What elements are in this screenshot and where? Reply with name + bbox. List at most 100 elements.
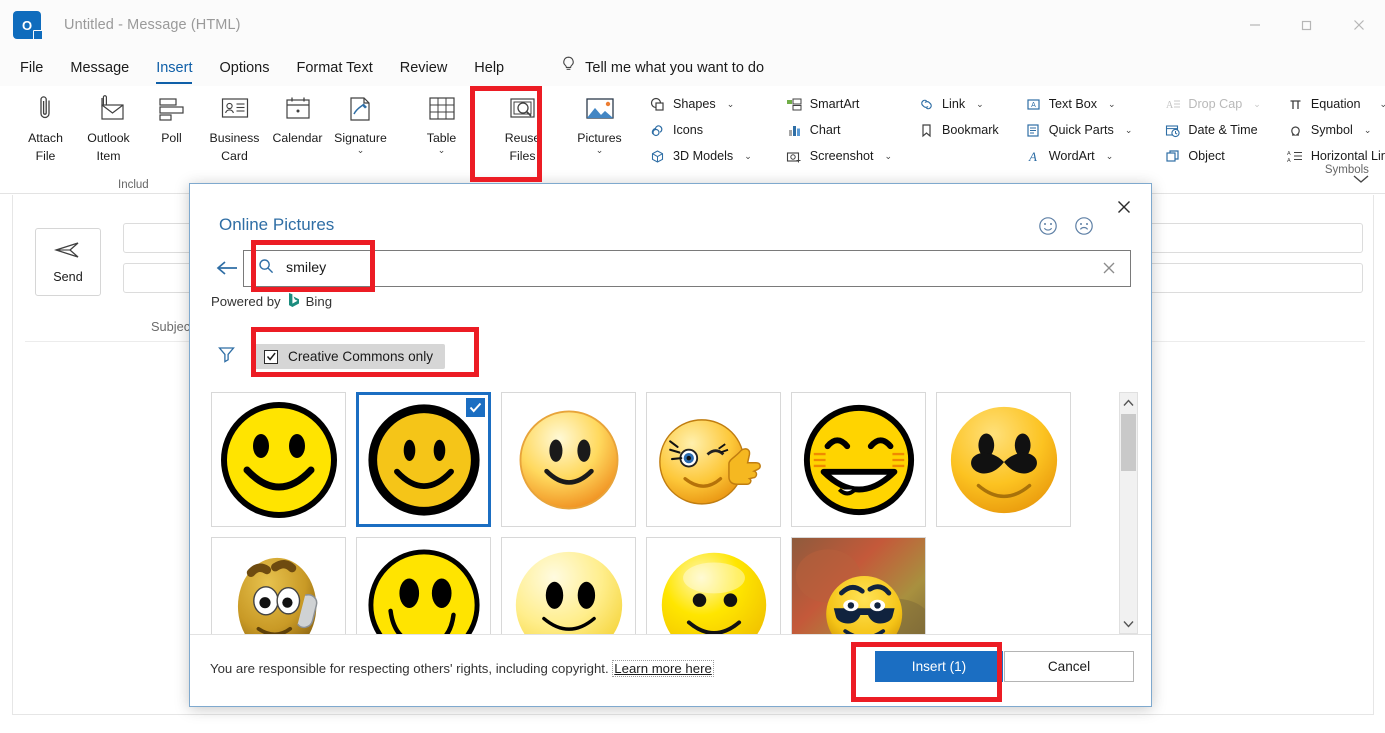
send-button[interactable]: Send	[35, 228, 101, 296]
result-tile-thinking-candy-character[interactable]	[211, 537, 346, 634]
quick-parts-icon	[1025, 122, 1042, 139]
calendar-button[interactable]: Calendar	[266, 86, 329, 172]
shapes-button[interactable]: Shapes ⌄	[645, 93, 756, 115]
window-controls	[1229, 0, 1385, 50]
tab-help[interactable]: Help	[474, 57, 504, 79]
send-arrow-icon	[54, 240, 82, 265]
pictures-label-1: Pictures	[577, 131, 621, 145]
quick-parts-button[interactable]: Quick Parts ⌄	[1021, 119, 1137, 141]
tell-me-search[interactable]: Tell me what you want to do	[561, 56, 764, 80]
minimize-button[interactable]	[1229, 0, 1281, 50]
tell-me-label: Tell me what you want to do	[585, 60, 764, 76]
smiley-face-icon[interactable]	[1038, 216, 1058, 241]
object-button[interactable]: Object	[1160, 145, 1264, 167]
chevron-down-icon[interactable]: ⌄	[744, 151, 752, 162]
scroll-down-button[interactable]	[1120, 614, 1137, 633]
pictures-button[interactable]: Pictures ⌄	[568, 86, 631, 172]
creative-commons-checkbox[interactable]	[264, 350, 278, 364]
screenshot-button[interactable]: Screenshot ⌄	[782, 145, 896, 167]
chevron-down-icon[interactable]: ⌄	[1108, 99, 1116, 110]
pictures-icon	[583, 91, 617, 127]
chevron-down-icon[interactable]: ⌄	[884, 151, 892, 162]
3d-models-label: 3D Models	[673, 149, 733, 163]
result-tile-classic-yellow-smiley[interactable]	[211, 392, 346, 527]
link-button[interactable]: Link ⌄	[914, 93, 1003, 115]
outlook-icon: O	[14, 12, 40, 38]
wordart-label: WordArt	[1049, 149, 1095, 163]
back-arrow-icon[interactable]	[211, 260, 243, 276]
result-tile-winking-thumbs-up-smiley[interactable]	[646, 392, 781, 527]
signature-button[interactable]: Signature ⌄	[329, 86, 392, 172]
result-tile-glossy-3d-smiley[interactable]	[646, 537, 781, 634]
search-input[interactable]: smiley	[243, 250, 1131, 287]
result-tile-mustache-smiley[interactable]	[936, 392, 1071, 527]
object-icon	[1164, 148, 1181, 165]
chevron-down-icon[interactable]: ⌄	[357, 146, 365, 155]
text-small-column-1: A Text Box ⌄ Quick Parts ⌄	[1021, 86, 1137, 167]
scrollbar-thumb[interactable]	[1121, 414, 1136, 471]
chart-button[interactable]: Chart	[782, 119, 896, 141]
outlook-item-label-2: Item	[97, 149, 121, 163]
link-label: Link	[942, 97, 965, 111]
chevron-down-icon[interactable]: ⌄	[1364, 125, 1372, 136]
business-card-button[interactable]: Business Card	[203, 86, 266, 172]
shapes-icon	[649, 96, 666, 113]
table-button[interactable]: Table ⌄	[410, 86, 473, 172]
result-tile-sunglasses-smiley-photo[interactable]	[791, 537, 926, 634]
chevron-down-icon[interactable]: ⌄	[976, 99, 984, 110]
result-tile-bold-outline-smiley[interactable]	[356, 392, 491, 527]
svg-text:A: A	[1031, 102, 1036, 109]
svg-text:A: A	[1287, 151, 1291, 157]
date-time-button[interactable]: Date & Time	[1160, 119, 1264, 141]
text-small-column-2: A Drop Cap ⌄ Date & Time	[1160, 86, 1264, 167]
icons-button[interactable]: Icons	[645, 119, 756, 141]
collapse-ribbon-button[interactable]	[1353, 171, 1369, 189]
chevron-down-icon[interactable]: ⌄	[727, 99, 735, 110]
symbol-button[interactable]: Symbol ⌄	[1283, 119, 1385, 141]
frowny-face-icon[interactable]	[1074, 216, 1094, 241]
tab-insert[interactable]: Insert	[156, 57, 192, 79]
outlook-item-button[interactable]: Outlook Item	[77, 86, 140, 172]
chevron-down-icon[interactable]: ⌄	[1106, 151, 1114, 162]
tab-format-text[interactable]: Format Text	[296, 57, 372, 79]
chevron-down-icon[interactable]: ⌄	[1380, 99, 1385, 110]
scroll-up-button[interactable]	[1120, 393, 1137, 412]
result-tile-glossy-orange-smiley[interactable]	[501, 392, 636, 527]
result-tile-big-eyes-smiley[interactable]	[356, 537, 491, 634]
creative-commons-label: Creative Commons only	[288, 349, 433, 364]
text-box-button[interactable]: A Text Box ⌄	[1021, 93, 1137, 115]
creative-commons-filter-chip[interactable]: Creative Commons only	[254, 344, 445, 369]
chevron-down-icon[interactable]: ⌄	[438, 146, 446, 155]
results-scrollbar[interactable]	[1119, 392, 1138, 634]
bookmark-button[interactable]: Bookmark	[914, 119, 1003, 141]
bing-label: Bing	[306, 294, 332, 309]
link-icon	[918, 96, 935, 113]
tab-options[interactable]: Options	[219, 57, 269, 79]
poll-button[interactable]: Poll	[140, 86, 203, 172]
close-button[interactable]	[1333, 0, 1385, 50]
chevron-down-icon: ⌄	[1253, 99, 1261, 110]
chevron-down-icon[interactable]: ⌄	[1125, 125, 1133, 136]
wordart-button[interactable]: A WordArt ⌄	[1021, 145, 1137, 167]
insert-button[interactable]: Insert (1)	[875, 651, 1003, 682]
learn-more-link[interactable]: Learn more here	[612, 660, 714, 677]
equation-button[interactable]: Equation ⌄	[1283, 93, 1385, 115]
result-tile-pale-yellow-smiley[interactable]	[501, 537, 636, 634]
search-icon	[258, 258, 274, 279]
smartart-button[interactable]: SmartArt	[782, 93, 896, 115]
reuse-files-button[interactable]: Reuse Files	[491, 86, 554, 172]
tab-review[interactable]: Review	[400, 57, 448, 79]
tab-message[interactable]: Message	[70, 57, 129, 79]
result-tile-laughing-blushing-smiley[interactable]	[791, 392, 926, 527]
business-card-label-2: Card	[221, 149, 248, 163]
clear-icon[interactable]	[1098, 261, 1120, 275]
reuse-files-label-1: Reuse	[505, 131, 541, 145]
attach-file-button[interactable]: Attach File	[14, 86, 77, 172]
cancel-button[interactable]: Cancel	[1004, 651, 1134, 682]
funnel-icon[interactable]	[217, 345, 236, 369]
tab-file[interactable]: File	[20, 57, 43, 79]
restore-button[interactable]	[1281, 0, 1333, 50]
3d-models-button[interactable]: 3D Models ⌄	[645, 145, 756, 167]
chevron-down-icon[interactable]: ⌄	[596, 146, 604, 155]
dialog-close-button[interactable]	[1109, 194, 1139, 220]
